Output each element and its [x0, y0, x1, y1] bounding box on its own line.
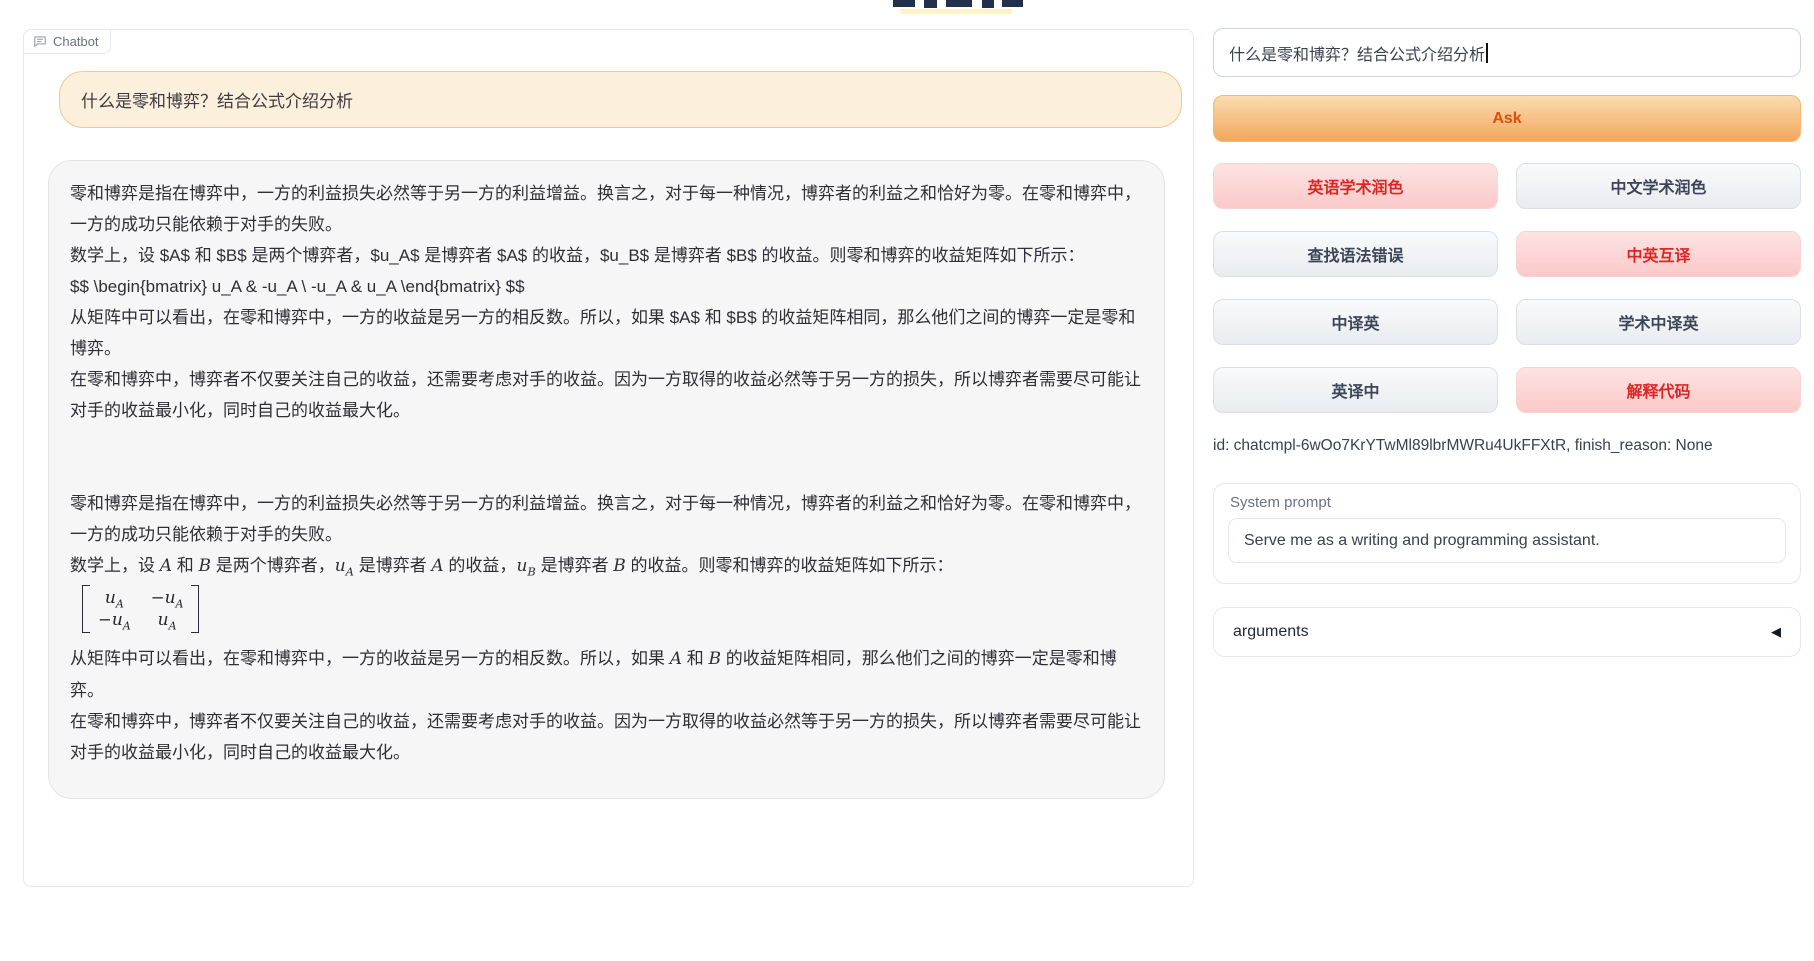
user-message-bubble: 什么是零和博弈？结合公式介绍分析	[59, 71, 1182, 128]
en-to-zh-button[interactable]: 英译中	[1213, 367, 1498, 413]
question-input-value: 什么是零和博弈？结合公式介绍分析	[1229, 41, 1485, 65]
latex-matrix-line: uA−uA−uAuA	[70, 582, 1143, 643]
bot-paragraph: 从矩阵中可以看出，在零和博弈中，一方的收益是另一方的相反数。所以，如果 $A$ …	[70, 302, 1143, 364]
payoff-matrix: uA−uA−uAuA	[82, 585, 199, 633]
math-variable: uB	[516, 556, 535, 576]
matrix-cell: uA	[98, 587, 131, 609]
chat-bubble-icon	[33, 34, 47, 48]
question-input[interactable]: 什么是零和博弈？结合公式介绍分析	[1213, 28, 1801, 77]
chatbot-label: Chatbot	[23, 29, 111, 54]
math-variable: uA	[105, 588, 124, 608]
math-variable: uA	[112, 610, 131, 630]
system-prompt-input[interactable]: Serve me as a writing and programming as…	[1228, 518, 1786, 563]
arguments-accordion-label: arguments	[1233, 623, 1309, 641]
function-button-grid: 英语学术润色中文学术润色查找语法错误中英互译中译英学术中译英英译中解释代码	[1213, 163, 1801, 413]
arguments-accordion[interactable]: arguments ◀	[1213, 607, 1801, 657]
zh-en-mutual-translation-button[interactable]: 中英互译	[1516, 231, 1801, 277]
matrix-cells: uA−uA−uAuA	[90, 585, 191, 633]
bot-paragraph: 数学上，设 $A$ 和 $B$ 是两个博弈者，$u_A$ 是博弈者 $A$ 的收…	[70, 240, 1143, 271]
right-bracket	[191, 585, 199, 633]
math-variable: A	[160, 556, 172, 576]
chinese-academic-polish-button[interactable]: 中文学术润色	[1516, 163, 1801, 209]
math-variable: B	[613, 556, 626, 576]
ask-button[interactable]: Ask	[1213, 95, 1801, 142]
bot-paragraph: 零和博弈是指在博弈中，一方的利益损失必然等于另一方的利益增益。换言之，对于每一种…	[70, 178, 1143, 240]
bot-paragraph: 从矩阵中可以看出，在零和博弈中，一方的收益是另一方的相反数。所以，如果 A 和 …	[70, 643, 1143, 706]
explain-code-button[interactable]: 解释代码	[1516, 367, 1801, 413]
left-bracket	[82, 585, 90, 633]
math-variable: A	[670, 649, 682, 669]
chatbot-label-text: Chatbot	[53, 35, 99, 48]
math-variable: uA	[165, 588, 184, 608]
math-variable: uA	[335, 556, 354, 576]
english-academic-polish-button[interactable]: 英语学术润色	[1213, 163, 1498, 209]
user-message-text: 什么是零和博弈？结合公式介绍分析	[81, 87, 353, 112]
text-cursor	[1486, 43, 1488, 63]
bot-message-bubble: 零和博弈是指在博弈中，一方的利益损失必然等于另一方的利益增益。换言之，对于每一种…	[48, 160, 1165, 799]
academic-zh-to-en-button[interactable]: 学术中译英	[1516, 299, 1801, 345]
collapse-arrow-icon: ◀	[1771, 624, 1781, 640]
bot-paragraph: $$ \begin{bmatrix} u_A & -u_A \ -u_A & u…	[70, 271, 1143, 302]
matrix-cell: uA	[151, 609, 184, 631]
math-variable: B	[708, 649, 721, 669]
zh-to-en-button[interactable]: 中译英	[1213, 299, 1498, 345]
system-prompt-label: System prompt	[1230, 494, 1800, 511]
matrix-cell: −uA	[151, 587, 184, 609]
find-grammar-errors-button[interactable]: 查找语法错误	[1213, 231, 1498, 277]
matrix-cell: −uA	[98, 609, 131, 631]
bot-paragraph: 在零和博弈中，博弈者不仅要关注自己的收益，还需要考虑对手的收益。因为一方取得的收…	[70, 364, 1143, 426]
system-prompt-card: System prompt Serve me as a writing and …	[1213, 483, 1801, 584]
system-prompt-value: Serve me as a writing and programming as…	[1244, 532, 1600, 550]
bot-paragraph: 零和博弈是指在博弈中，一方的利益损失必然等于另一方的利益增益。换言之，对于每一种…	[70, 488, 1143, 550]
bot-paragraph: 在零和博弈中，博弈者不仅要关注自己的收益，还需要考虑对手的收益。因为一方取得的收…	[70, 706, 1143, 768]
chatbot-panel: Chatbot 什么是零和博弈？结合公式介绍分析 零和博弈是指在博弈中，一方的利…	[23, 29, 1194, 887]
response-status-line: id: chatcmpl-6wOo7KrYTwMl89lbrMWRu4UkFFX…	[1213, 436, 1801, 456]
bot-paragraph: 数学上，设 A 和 B 是两个博弈者，uA 是博弈者 A 的收益，uB 是博弈者…	[70, 550, 1143, 582]
math-variable: B	[198, 556, 211, 576]
paragraph-gap	[70, 426, 1143, 488]
math-variable: uA	[158, 610, 177, 630]
clipped-page-title	[893, 0, 1033, 16]
math-variable: A	[431, 556, 443, 576]
